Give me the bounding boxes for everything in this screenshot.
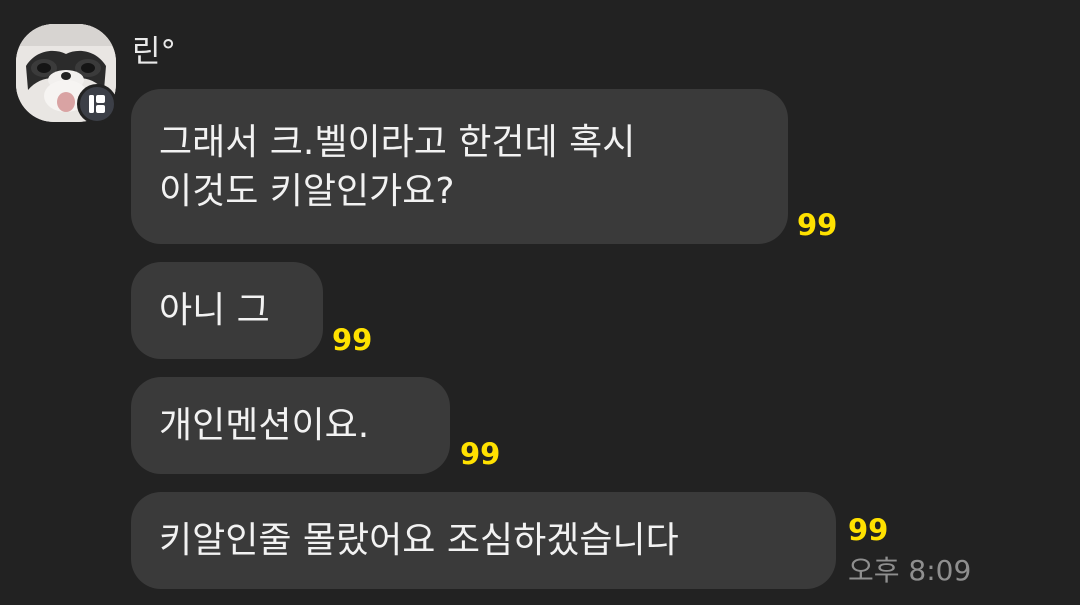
message-bubble-1[interactable]: 그래서 크.벨이라고 한건데 혹시 이것도 키알인가요? [131, 89, 788, 244]
profile-badge-icon [77, 84, 117, 124]
unread-count-3: 99 [460, 437, 501, 471]
message-timestamp: 오후 8:09 [848, 554, 972, 587]
unread-count-2: 99 [332, 323, 373, 357]
message-bubble-3[interactable]: 개인멘션이요. [131, 377, 450, 474]
message-bubble-4[interactable]: 키알인줄 몰랐어요 조심하겠습니다 [131, 492, 836, 589]
unread-count-1: 99 [797, 208, 838, 242]
message-bubble-2[interactable]: 아니 그 [131, 262, 323, 359]
sender-name: 린° [132, 34, 177, 70]
unread-count-4: 99 [848, 513, 889, 547]
badge-glyph-icon [89, 95, 105, 113]
